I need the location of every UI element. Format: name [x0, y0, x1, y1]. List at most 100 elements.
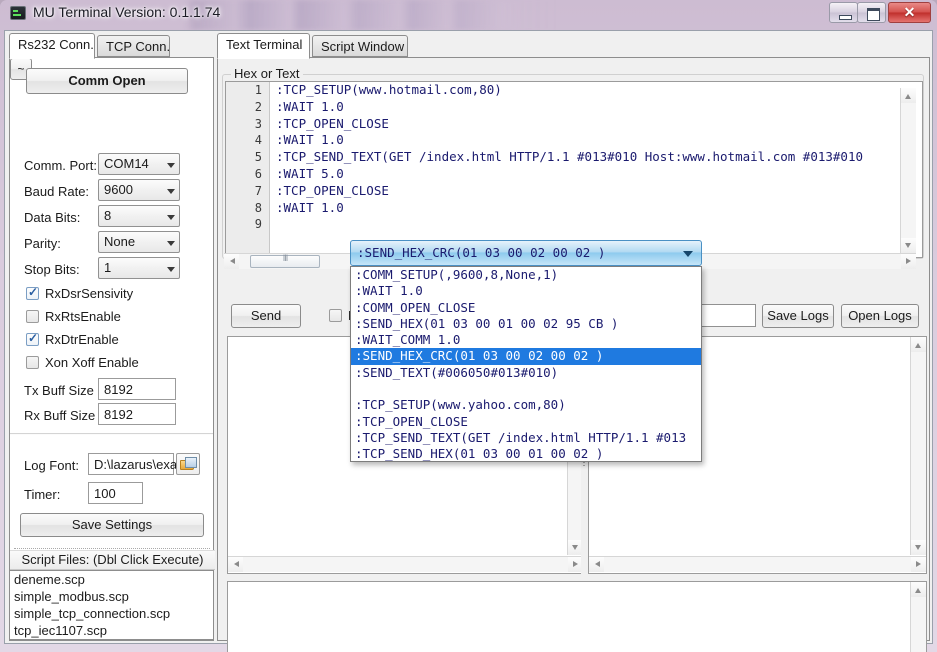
scroll-left-icon[interactable] [228, 557, 243, 572]
dropdown-option[interactable]: :TCP_SEND_HEX(01 03 00 01 00 02 ) [351, 446, 701, 462]
checkbox-rxdtrenable[interactable]: RxDtrEnable [26, 332, 119, 347]
rx-buff-size-input[interactable]: 8192 [98, 403, 176, 425]
dropdown-option[interactable]: :SEND_HEX(01 03 00 01 00 02 95 CB ) [351, 316, 701, 332]
terminal-icon [10, 6, 26, 20]
open-logs-button[interactable]: Open Logs [841, 304, 919, 328]
comm-port-select[interactable]: COM14 [98, 153, 180, 175]
scroll-up-icon[interactable] [911, 337, 926, 352]
tab-rs232-conn[interactable]: Rs232 Conn. [9, 33, 95, 59]
log-font-label: Log Font: [24, 458, 79, 473]
send-button[interactable]: Send [231, 304, 301, 328]
open-folder-icon-button[interactable] [176, 453, 200, 475]
terminal-editor[interactable]: 123456789 :TCP_SETUP(www.hotmail.com,80)… [225, 81, 923, 258]
dropdown-option[interactable]: :WAIT 1.0 [351, 283, 701, 299]
tab-script-window[interactable]: Script Window [312, 35, 408, 57]
scroll-down-icon[interactable] [901, 238, 916, 253]
chevron-down-icon [683, 251, 693, 257]
checkbox-label: Xon Xoff Enable [45, 355, 139, 370]
list-item[interactable]: test.scp [10, 639, 213, 640]
data-bits-select[interactable]: 8 [98, 205, 180, 227]
terminal-line: :WAIT 1.0 [276, 132, 922, 149]
parity-select[interactable]: None [98, 231, 180, 253]
line-number: 8 [226, 200, 269, 217]
terminal-line: :TCP_SEND_TEXT(GET /index.html HTTP/1.1 … [276, 149, 922, 166]
tx-buff-size-input[interactable]: 8192 [98, 378, 176, 400]
dropdown-option[interactable]: :WAIT_COMM 1.0 [351, 332, 701, 348]
checkbox-label: RxDtrEnable [45, 332, 119, 347]
close-icon: ✕ [889, 3, 930, 22]
data-bits-label: Data Bits: [24, 210, 80, 225]
scroll-up-icon[interactable] [911, 582, 926, 597]
close-button[interactable]: ✕ [888, 2, 931, 23]
checkbox-rxdsrsensivity[interactable]: RxDsrSensivity [26, 286, 133, 301]
line-number: 4 [226, 132, 269, 149]
comm-open-button[interactable]: Comm Open [26, 68, 188, 94]
list-item[interactable]: simple_tcp_connection.scp [10, 605, 213, 622]
dropdown-option[interactable]: :TCP_SETUP(www.yahoo.com,80) [351, 397, 701, 413]
timer-input[interactable]: 100 [88, 482, 143, 504]
terminal-line [276, 216, 922, 233]
dropdown-option[interactable]: :TCP_OPEN_CLOSE [351, 414, 701, 430]
save-settings-button[interactable]: Save Settings [20, 513, 204, 537]
dropdown-option[interactable]: :SEND_HEX_CRC(01 03 00 02 00 02 ) [351, 348, 701, 364]
checkbox-rxrtsenable[interactable]: RxRtsEnable [26, 309, 121, 324]
dropdown-option[interactable] [351, 381, 701, 397]
scroll-left-icon[interactable] [589, 557, 604, 572]
timer-value: 100 [94, 486, 116, 501]
log-font-input[interactable]: D:\lazarus\exar [88, 453, 174, 475]
line-number: 2 [226, 99, 269, 116]
chevron-down-icon [167, 215, 175, 220]
scroll-left-icon[interactable] [224, 254, 239, 269]
terminal-line: :TCP_OPEN_CLOSE [276, 183, 922, 200]
dropdown-option[interactable]: :SEND_TEXT(#006050#013#010) [351, 365, 701, 381]
dropdown-option[interactable]: :COMM_SETUP(,9600,8,None,1) [351, 267, 701, 283]
list-item[interactable]: tcp_iec1107.scp [10, 622, 213, 639]
stop-bits-select[interactable]: 1 [98, 257, 180, 279]
list-item[interactable]: deneme.scp [10, 571, 213, 588]
terminal-line: :WAIT 1.0 [276, 99, 922, 116]
application-window: MU Terminal Version: 0.1.1.74 ✕ Rs232 Co… [0, 0, 937, 652]
stop-bits-value: 1 [104, 260, 111, 275]
script-files-list[interactable]: deneme.scpsimple_modbus.scpsimple_tcp_co… [10, 570, 213, 640]
checkbox-box [26, 356, 39, 369]
minimize-button[interactable] [829, 2, 858, 23]
terminal-vertical-scrollbar[interactable] [900, 88, 916, 253]
timer-label: Timer: [24, 487, 60, 502]
scroll-thumb[interactable] [250, 255, 320, 268]
log-right-vertical-scrollbar[interactable] [910, 337, 926, 555]
tab-script-window-label: Script Window [321, 39, 404, 54]
terminal-code-text[interactable]: :TCP_SETUP(www.hotmail.com,80):WAIT 1.0:… [272, 82, 922, 257]
scroll-right-icon[interactable] [901, 254, 916, 269]
line-number: 5 [226, 149, 269, 166]
scroll-down-icon[interactable] [911, 540, 926, 555]
line-number: 3 [226, 116, 269, 133]
tab-text-terminal-label: Text Terminal [226, 37, 302, 52]
tab-text-terminal[interactable]: Text Terminal [217, 33, 310, 59]
hex-or-text-groupbox: Hex or Text 123456789 :TCP_SETUP(www.hot… [222, 74, 924, 259]
list-item[interactable]: simple_modbus.scp [10, 588, 213, 605]
tab-tcp-conn[interactable]: TCP Conn. [97, 35, 170, 57]
tx-buff-size-value: 8192 [104, 382, 133, 397]
terminal-line: :WAIT 1.0 [276, 200, 922, 217]
baud-rate-select[interactable]: 9600 [98, 179, 180, 201]
tab-tcp-label: TCP Conn. [106, 39, 170, 54]
checkbox-xonxoffenable[interactable]: Xon Xoff Enable [26, 355, 139, 370]
checkbox-box [26, 333, 39, 346]
log-right-horizontal-scrollbar[interactable] [589, 556, 926, 572]
command-dropdown-button[interactable]: :SEND_HEX_CRC(01 03 00 02 00 02 ) [350, 240, 702, 266]
maximize-button[interactable] [857, 2, 886, 23]
data-bits-value: 8 [104, 208, 111, 223]
line-number: 9 [226, 216, 269, 233]
scroll-up-icon[interactable] [901, 88, 916, 103]
terminal-line: :WAIT 5.0 [276, 166, 922, 183]
command-dropdown-list[interactable]: :COMM_SETUP(,9600,8,None,1):WAIT 1.0:COM… [350, 266, 702, 462]
line-number: 7 [226, 183, 269, 200]
status-log-panel[interactable] [227, 581, 927, 652]
rx-buff-size-label: Rx Buff Size [24, 408, 95, 423]
status-log-vertical-scrollbar[interactable] [910, 582, 926, 652]
scroll-right-icon[interactable] [911, 557, 926, 572]
dropdown-option[interactable]: :TCP_SEND_TEXT(GET /index.html HTTP/1.1 … [351, 430, 701, 446]
save-logs-button[interactable]: Save Logs [762, 304, 834, 328]
dropdown-option[interactable]: :COMM_OPEN_CLOSE [351, 300, 701, 316]
log-left-horizontal-scrollbar[interactable] [228, 556, 583, 572]
